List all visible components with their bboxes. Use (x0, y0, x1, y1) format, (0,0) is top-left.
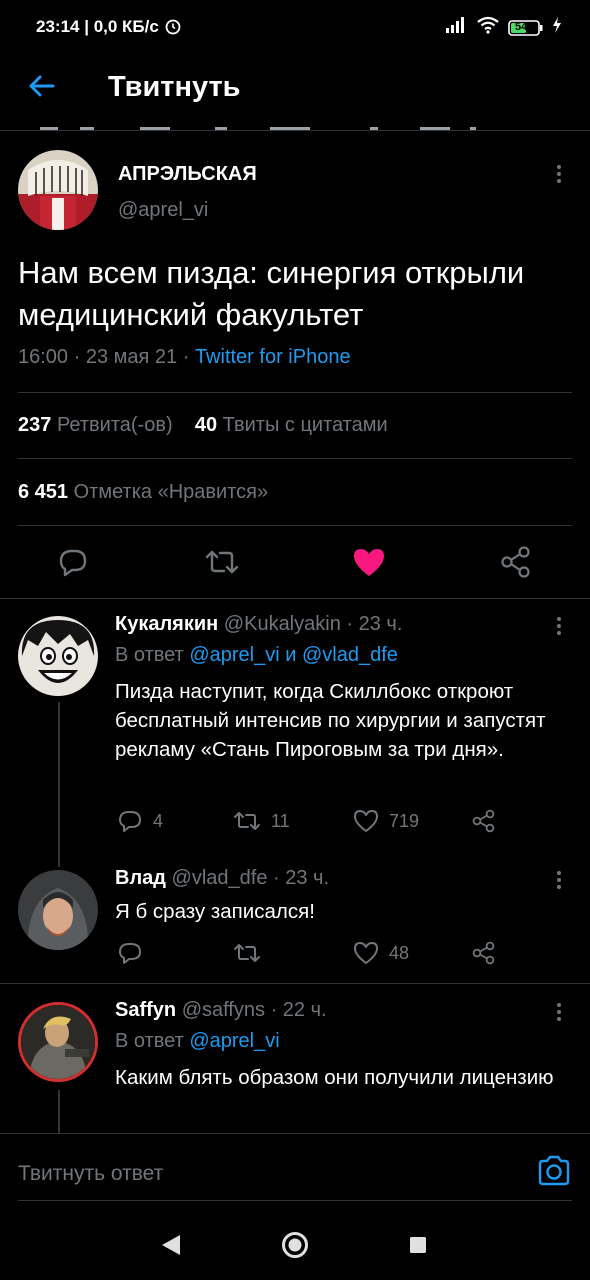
main-tweet-divider (0, 598, 590, 599)
reply-display-name[interactable]: Влад (115, 867, 166, 889)
reply-mentions[interactable]: @aprel_vi и @vlad_dfe (189, 644, 398, 666)
page-title: Твитнуть (108, 71, 241, 103)
reply-composer[interactable]: Твитнуть ответ (0, 1133, 590, 1203)
tweet-source[interactable]: Twitter for iPhone (195, 346, 351, 368)
share-icon[interactable] (500, 545, 532, 584)
share-icon (472, 809, 495, 833)
retweet-icon (234, 944, 260, 962)
system-nav-bar (0, 1203, 590, 1280)
charging-icon (552, 16, 562, 39)
reply-age: 23 ч. (285, 867, 330, 889)
more-options-icon[interactable] (549, 868, 569, 892)
reply-text: Я б сразу записался! (115, 900, 315, 923)
more-options-icon[interactable] (549, 162, 569, 186)
previous-tweet-edge (40, 122, 500, 130)
stats-divider-top (18, 392, 572, 393)
thread-line (58, 1090, 60, 1133)
retweet-button[interactable]: 11 (233, 809, 353, 833)
battery-icon: 54 (508, 19, 544, 37)
reply-handle[interactable]: @saffyns (182, 999, 265, 1021)
reply-divider (0, 983, 590, 984)
signal-icon (444, 16, 468, 39)
in-reply-to: В ответ @aprel_vi и @vlad_dfe (115, 644, 398, 666)
status-time: 23:14 | 0,0 КБ/с (36, 17, 182, 40)
camera-icon[interactable] (537, 1154, 571, 1193)
stats-divider-bottom (18, 525, 572, 526)
nav-back-icon[interactable] (160, 1233, 182, 1262)
nav-recents-icon[interactable] (409, 1236, 427, 1259)
quotes-stat[interactable]: 40 Твиты с цитатами (195, 414, 388, 436)
back-arrow-icon[interactable] (26, 70, 58, 102)
retweet-icon (234, 812, 260, 830)
header-divider (0, 130, 590, 131)
status-icons: 54 (444, 16, 562, 39)
reply-button[interactable]: 4 (117, 808, 233, 834)
reply-actions: 48 (117, 940, 557, 966)
alarm-icon (164, 17, 182, 40)
tweet-meta: 16:00 · 23 мая 21 · Twitter for iPhone (18, 346, 351, 368)
reply-avatar[interactable] (18, 870, 98, 950)
share-button[interactable] (471, 940, 497, 966)
reply-header: Влад @vlad_dfe · 23 ч. (115, 867, 330, 889)
like-icon-filled[interactable] (352, 546, 386, 583)
reply-mentions[interactable]: @aprel_vi (189, 1030, 279, 1052)
author-avatar[interactable] (18, 150, 98, 230)
wifi-icon (476, 16, 500, 39)
like-button[interactable]: 719 (353, 809, 471, 833)
reply-avatar[interactable] (18, 1002, 98, 1082)
reply-icon[interactable] (56, 545, 90, 584)
like-icon (354, 942, 378, 964)
battery-level: 54 (515, 20, 528, 33)
reply-header: Saffyn @saffyns · 22 ч. (115, 999, 327, 1021)
stats-divider-middle (18, 458, 572, 459)
reply-avatar[interactable] (18, 616, 98, 696)
retweets-stat[interactable]: 237 Ретвита(-ов) (18, 414, 173, 436)
top-bar: Твитнуть (0, 56, 590, 128)
reply-handle[interactable]: @vlad_dfe (172, 867, 268, 889)
in-reply-to: В ответ @aprel_vi (115, 1030, 280, 1052)
share-button[interactable] (471, 808, 497, 834)
tweet-time: 16:00 (18, 346, 69, 368)
reply-icon (119, 811, 141, 832)
reply-age: 23 ч. (358, 613, 403, 635)
reply-input[interactable]: Твитнуть ответ (18, 1162, 163, 1186)
nav-home-icon[interactable] (281, 1231, 309, 1264)
author-handle[interactable]: @aprel_vi (118, 199, 208, 222)
status-bar: 23:14 | 0,0 КБ/с 54 (0, 0, 590, 56)
reply-icon (119, 943, 141, 964)
reply-age: 22 ч. (282, 999, 327, 1021)
reply-header: Кукалякин @Kukalyakin · 23 ч. (115, 613, 403, 635)
tweet-text: Нам всем пизда: синергия открыли медицин… (18, 255, 525, 332)
reply-text: Каким блять образом они получили лицензи… (115, 1066, 554, 1089)
tweet-date: 23 мая 21 (85, 346, 178, 368)
more-options-icon[interactable] (549, 614, 569, 638)
like-button[interactable]: 48 (353, 941, 471, 965)
tweet-stats-retweets: 237 Ретвита(-ов) 40 Твиты с цитатами (18, 414, 388, 437)
retweet-button[interactable] (233, 941, 353, 965)
reply-actions: 4 11 719 (117, 808, 557, 834)
share-icon (472, 941, 495, 965)
composer-divider (18, 1200, 572, 1201)
likes-stat[interactable]: 6 451 Отметка «Нравится» (18, 481, 268, 504)
reply-handle[interactable]: @Kukalyakin (224, 613, 341, 635)
like-icon (354, 810, 378, 832)
reply-display-name[interactable]: Saffyn (115, 999, 176, 1021)
retweet-icon[interactable] (204, 546, 240, 583)
reply-text: Пизда наступит, когда Скиллбокс откроют … (115, 680, 546, 761)
reply-button[interactable] (117, 940, 233, 966)
more-options-icon[interactable] (549, 1000, 569, 1024)
author-display-name[interactable]: АПРЭЛЬСКАЯ (118, 163, 257, 186)
reply-display-name[interactable]: Кукалякин (115, 613, 218, 635)
thread-line (58, 702, 60, 867)
